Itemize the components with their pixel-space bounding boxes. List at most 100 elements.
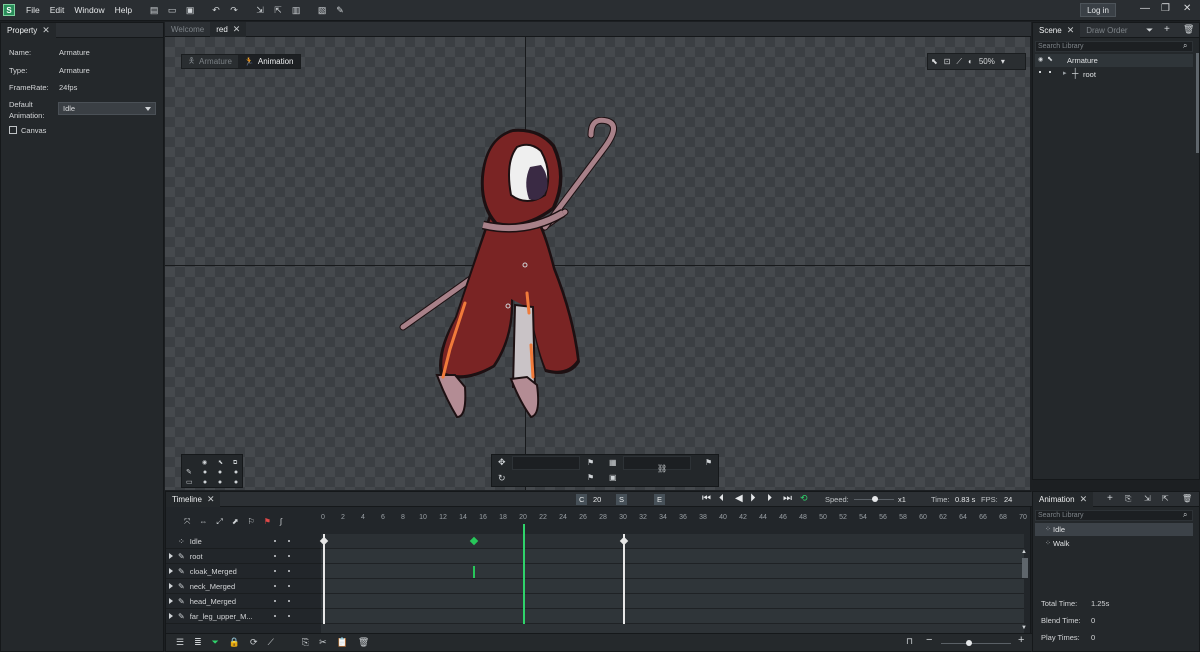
lock-icon[interactable]: 🔒	[229, 637, 240, 648]
new-file-icon[interactable]: ▤	[148, 4, 160, 16]
scroll-up-icon[interactable]: ▲	[1021, 549, 1027, 555]
close-icon[interactable]: ✕	[1183, 3, 1191, 14]
close-tab-icon[interactable]: ✕	[207, 494, 215, 505]
frame-row[interactable]	[321, 609, 1024, 624]
save-icon[interactable]: ▣	[184, 4, 196, 16]
visibility-dot[interactable]	[274, 615, 276, 617]
paste-icon[interactable]: 📋	[337, 637, 348, 648]
bone-track-row[interactable]: ✎ neck_Merged	[166, 579, 321, 594]
minimize-icon[interactable]: —	[1140, 3, 1150, 14]
keyframe-selected-icon[interactable]: ▣	[609, 473, 617, 482]
open-folder-icon[interactable]: ▭	[166, 4, 178, 16]
frame-row[interactable]	[321, 594, 1024, 609]
lock-dot[interactable]	[288, 555, 290, 557]
delete-key-icon[interactable]: 🗑	[358, 637, 369, 648]
red-flag-icon[interactable]: ⚑	[264, 517, 271, 527]
zoom-dropdown-icon[interactable]: ▾	[1001, 57, 1005, 66]
c-toggle[interactable]: C	[576, 494, 588, 505]
collapse-icon[interactable]: ⇔	[199, 517, 207, 527]
trash-icon[interactable]: 🗑	[1183, 24, 1194, 35]
rotate-icon[interactable]: ↻	[498, 473, 506, 484]
lock-dot[interactable]	[288, 585, 290, 587]
close-tab-icon[interactable]: ✕	[1067, 25, 1075, 36]
tab-property[interactable]: Property ✕	[1, 22, 56, 38]
armature-mode-button[interactable]: 🯅 Armature	[182, 55, 238, 68]
expand-arrow-icon[interactable]	[169, 553, 173, 559]
frame-row[interactable]	[321, 534, 1024, 549]
prev-frame-icon[interactable]: ⏴	[719, 493, 724, 504]
login-button[interactable]: Log in	[1080, 3, 1116, 17]
lock-dot[interactable]	[288, 540, 290, 542]
keyframe-marker[interactable]	[473, 566, 475, 578]
tab-draw-order[interactable]: Draw Order	[1080, 23, 1133, 38]
eye-icon[interactable]: ◉	[1038, 56, 1043, 63]
close-tab-icon[interactable]: ✕	[1080, 494, 1088, 505]
sync-icon[interactable]: ⟳	[250, 637, 258, 648]
lock-dot[interactable]	[288, 600, 290, 602]
lock-dot[interactable]	[288, 570, 290, 572]
keyframe-all-icon[interactable]: ▦	[609, 458, 617, 467]
character-sprite[interactable]	[395, 117, 635, 427]
reverse-play-icon[interactable]: ◀	[735, 493, 743, 504]
play-icon[interactable]: ⏵	[750, 492, 756, 505]
cut-icon[interactable]: ✂	[319, 637, 327, 648]
export-animation-icon[interactable]: ⇱	[1162, 494, 1169, 503]
first-frame-icon[interactable]: ⏮	[702, 493, 711, 504]
maximize-icon[interactable]: ❐	[1161, 3, 1170, 14]
lock-dot[interactable]	[1049, 71, 1051, 73]
animation-track-row[interactable]: ⁘ Idle	[166, 534, 321, 549]
add-animation-icon[interactable]: +	[1107, 493, 1113, 504]
position-x-field[interactable]	[512, 456, 580, 470]
import-icon[interactable]: ⇲	[254, 4, 266, 16]
expand-arrow-icon[interactable]	[169, 568, 173, 574]
folder-export-icon[interactable]: ▥	[290, 4, 302, 16]
timeline-zoom-handle[interactable]	[966, 640, 972, 646]
scroll-down-icon[interactable]: ▼	[1021, 625, 1027, 631]
lock-dot[interactable]	[288, 615, 290, 617]
bone-visibility-icon[interactable]: ⟋	[956, 57, 962, 67]
flag-key-icon[interactable]: ⚐	[248, 517, 255, 527]
end-frame-line[interactable]	[623, 534, 625, 624]
curve-icon[interactable]: ⤢	[216, 517, 222, 527]
frame-ruler[interactable]: 0 2 4 6 8 10 12 14 16 18 20 22 24 26 28 30 32 34 36 38 40 42 4…	[321, 508, 1032, 524]
fit-view-icon[interactable]: ⊓	[906, 636, 913, 647]
filter-icon[interactable]: ⏷	[212, 637, 219, 648]
frame-grid[interactable]	[319, 524, 1024, 634]
eye-dot[interactable]	[1039, 71, 1041, 73]
visibility-dot[interactable]	[274, 600, 276, 602]
animation-item-idle[interactable]: ⁘ Idle	[1035, 523, 1193, 536]
expand-arrow-icon[interactable]: ▸	[1063, 69, 1067, 77]
onion-skin-icon[interactable]: ⟋	[268, 637, 274, 648]
menu-help[interactable]: Help	[110, 5, 137, 15]
canvas-checkbox[interactable]	[9, 126, 17, 134]
trash-icon[interactable]: 🗑	[1182, 494, 1192, 503]
add-icon[interactable]: +	[1164, 24, 1170, 35]
import-animation-icon[interactable]: ⇲	[1144, 494, 1151, 503]
expand-all-icon[interactable]: ⤧	[184, 517, 190, 527]
s-toggle[interactable]: S	[616, 494, 628, 505]
tween-curve-icon[interactable]: ∫	[280, 517, 282, 527]
undo-icon[interactable]: ↶	[210, 4, 222, 16]
redo-icon[interactable]: ↷	[228, 4, 240, 16]
visibility-dot[interactable]	[274, 540, 276, 542]
frame-row[interactable]	[321, 564, 1024, 579]
visibility-dot[interactable]	[274, 555, 276, 557]
expand-arrow-icon[interactable]	[169, 583, 173, 589]
animation-search-input[interactable]: Search Library	[1035, 510, 1193, 521]
last-frame-icon[interactable]: ⏭	[783, 493, 792, 504]
lock-icon[interactable]: ⬉	[1047, 55, 1053, 63]
tab-animation[interactable]: Animation ✕	[1033, 491, 1094, 507]
list-icon[interactable]: ☰	[176, 637, 184, 648]
flag-icon[interactable]: ⚑	[587, 473, 594, 482]
edit-icon[interactable]: ✎	[334, 4, 346, 16]
menu-window[interactable]: Window	[69, 5, 109, 15]
link-icon[interactable]: ⛓	[657, 464, 667, 473]
next-frame-icon[interactable]: ⏵	[767, 493, 772, 504]
animation-mode-button[interactable]: 🏃 Animation	[237, 55, 300, 68]
export-icon[interactable]: ⇱	[272, 4, 284, 16]
tree-item-armature[interactable]: ◉ ⬉ Armature	[1035, 54, 1193, 67]
close-tab-icon[interactable]: ✕	[233, 24, 241, 35]
filter-icon[interactable]: ⏷	[1146, 25, 1153, 36]
tab-red[interactable]: red ✕	[210, 22, 247, 37]
zoom-out-icon[interactable]: −	[926, 634, 932, 646]
